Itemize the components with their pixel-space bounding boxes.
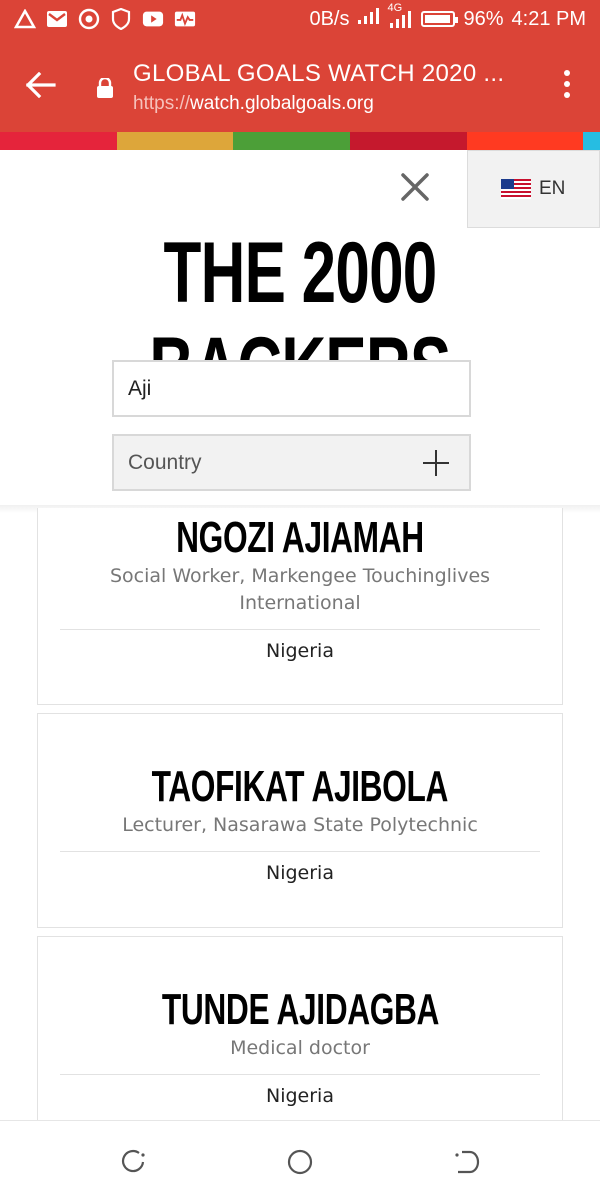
backers-list[interactable]: NGOZI AJIAMAH Social Worker, Markengee T… (0, 508, 600, 1120)
backer-card[interactable]: NGOZI AJIAMAH Social Worker, Markengee T… (37, 508, 563, 705)
notification-icons (14, 8, 196, 30)
stripe-segment (117, 132, 233, 150)
url-host: watch.globalgoals.org (190, 93, 374, 114)
signal-icon (357, 7, 380, 31)
backer-card[interactable]: TAOFIKAT AJIBOLA Lecturer, Nasarawa Stat… (37, 713, 563, 928)
home-icon[interactable] (285, 1147, 315, 1177)
us-flag-icon (501, 179, 531, 199)
stripe-segment (0, 132, 117, 150)
country-filter-label: Country (128, 450, 202, 474)
backer-country: Nigeria (266, 640, 334, 662)
backer-country: Nigeria (266, 862, 334, 884)
battery-percent: 96% (463, 7, 504, 30)
browser-toolbar: GLOBAL GOALS WATCH 2020 ... https://watc… (0, 40, 600, 132)
stripe-segment (467, 132, 583, 150)
stripe-segment (583, 132, 600, 150)
plus-icon[interactable] (423, 449, 449, 476)
lock-icon[interactable] (96, 76, 114, 102)
search-input[interactable] (112, 360, 471, 417)
backer-name: TUNDE AJIDAGBA (161, 985, 439, 1034)
stripe-segment (233, 132, 350, 150)
backer-role: Lecturer, Nasarawa State Polytechnic (122, 814, 478, 836)
backer-card[interactable]: TUNDE AJIDAGBA Medical doctor Nigeria (37, 936, 563, 1120)
back-arrow-icon[interactable] (25, 71, 56, 102)
card-divider (60, 1074, 540, 1075)
stripe-segment (350, 132, 467, 150)
youtube-icon (142, 8, 164, 30)
status-bar: 0B/s 4G 96% 4:21 PM (0, 0, 600, 40)
backer-role: Medical doctor (230, 1037, 370, 1059)
backer-country: Nigeria (266, 1085, 334, 1107)
goals-color-stripe (0, 132, 600, 150)
backer-name: NGOZI AJIAMAH (176, 513, 424, 562)
card-divider (60, 851, 540, 852)
gmail-icon (46, 8, 68, 30)
url-protocol: https:// (133, 93, 191, 114)
backer-role: Social Worker, Markengee Touchinglives I… (109, 565, 491, 614)
shield-icon (110, 8, 132, 30)
more-vert-icon[interactable] (564, 70, 570, 98)
url-text[interactable]: https://watch.globalgoals.org (133, 93, 374, 115)
back-icon[interactable] (452, 1147, 482, 1177)
warning-icon (14, 8, 36, 30)
recent-apps-icon[interactable] (118, 1147, 148, 1177)
signal-4g-icon: 4G (387, 2, 413, 30)
backer-name: TAOFIKAT AJIBOLA (151, 762, 449, 811)
close-icon[interactable] (396, 168, 434, 206)
activity-icon (174, 8, 196, 30)
battery-icon (421, 11, 459, 27)
navigation-bar (0, 1120, 600, 1200)
language-selector[interactable]: EN (467, 150, 600, 228)
country-filter[interactable]: Country (112, 434, 471, 491)
clock: 4:21 PM (511, 7, 586, 30)
network-speed: 0B/s (309, 7, 350, 30)
card-divider (60, 629, 540, 630)
language-code: EN (539, 178, 566, 199)
chrome-icon (78, 8, 100, 30)
page-title[interactable]: GLOBAL GOALS WATCH 2020 ... (133, 60, 504, 88)
